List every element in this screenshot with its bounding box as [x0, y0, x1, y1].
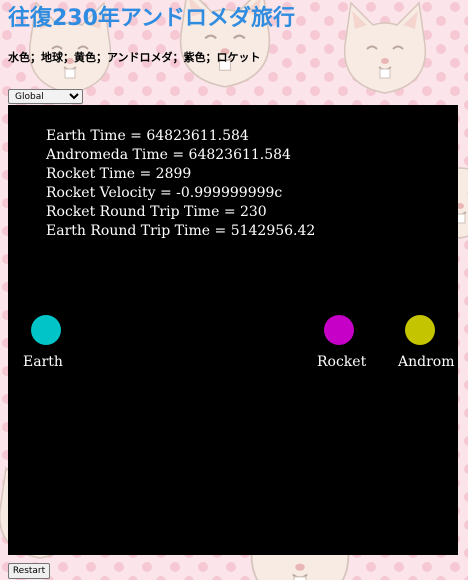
page-title: 往復230年アンドロメダ旅行 — [8, 6, 296, 31]
color-legend: 水色；地球；黄色；アンドロメダ；紫色；ロケット — [8, 51, 261, 64]
earth-marker — [31, 315, 61, 345]
rocket-marker — [324, 315, 354, 345]
rocket-velocity-readout: Rocket Velocity = -0.999999999c — [46, 185, 283, 201]
earth-label: Earth — [23, 354, 63, 370]
rocket-round-trip-readout: Rocket Round Trip Time = 230 — [46, 204, 267, 220]
earth-time-readout: Earth Time = 64823611.584 — [46, 128, 249, 144]
earth-round-trip-readout: Earth Round Trip Time = 5142956.42 — [46, 223, 316, 239]
rocket-label: Rocket — [317, 354, 367, 370]
restart-button[interactable]: Restart — [8, 563, 50, 579]
rocket-time-readout: Rocket Time = 2899 — [46, 166, 192, 182]
reference-frame-select[interactable]: Global — [8, 89, 83, 104]
andromeda-label: Androm — [398, 354, 455, 370]
andromeda-marker — [405, 315, 435, 345]
simulation-canvas: Earth Time = 64823611.584 Andromeda Time… — [8, 105, 458, 555]
andromeda-time-readout: Andromeda Time = 64823611.584 — [46, 147, 291, 163]
